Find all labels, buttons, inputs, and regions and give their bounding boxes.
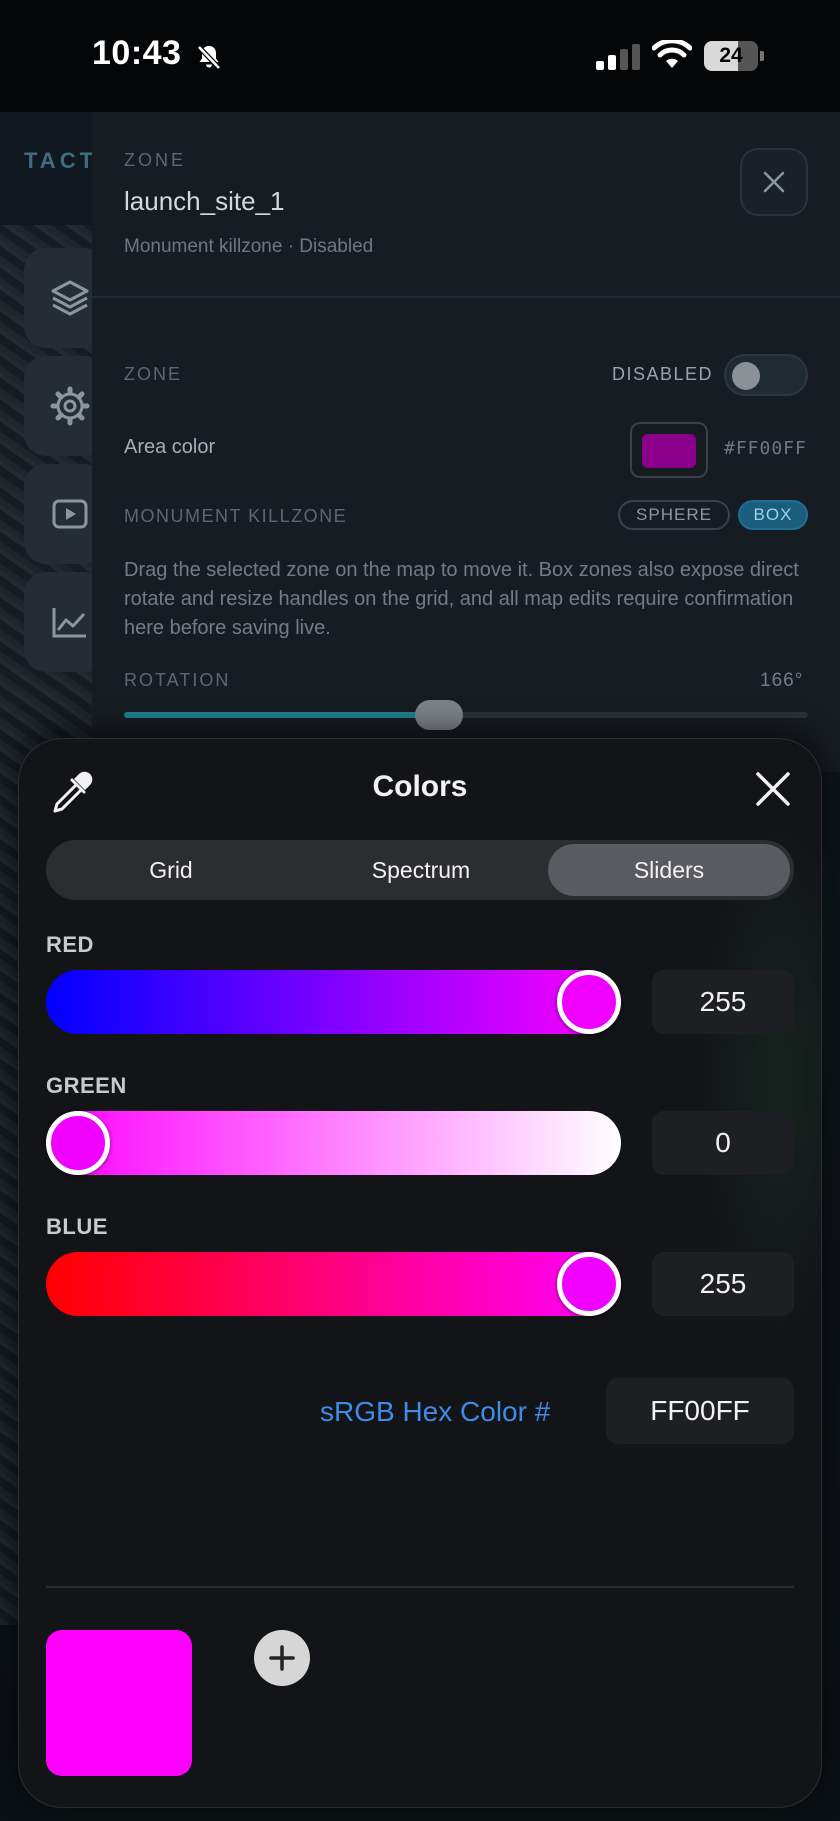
blue-slider-thumb[interactable]: [557, 1252, 621, 1316]
rotation-label: ROTATION: [124, 670, 231, 690]
picker-mode-segmented-control: Grid Spectrum Sliders: [46, 840, 794, 900]
area-color-label: Area color: [124, 436, 216, 458]
rotation-slider-track[interactable]: [124, 712, 808, 718]
bell-muted-icon: [197, 45, 221, 70]
area-color-hex: #FF00FF: [724, 438, 807, 459]
add-color-button[interactable]: [254, 1630, 310, 1686]
area-color-swatch[interactable]: [630, 422, 708, 478]
rotation-slider-fill: [124, 712, 440, 718]
chart-icon: [52, 608, 86, 638]
red-slider-track[interactable]: [46, 970, 621, 1034]
status-bar: 10:43 24: [0, 0, 840, 112]
red-label: RED: [46, 932, 94, 957]
green-slider-thumb[interactable]: [46, 1111, 110, 1175]
red-value-field[interactable]: 255: [652, 970, 794, 1034]
green-value-field[interactable]: 0: [652, 1111, 794, 1175]
zone-enabled-toggle[interactable]: [724, 354, 808, 396]
green-label: GREEN: [46, 1073, 127, 1098]
rotation-slider-thumb[interactable]: [415, 700, 464, 730]
rotation-value: 166°: [760, 670, 804, 691]
color-picker-title: Colors: [372, 770, 468, 803]
status-time: 10:43: [92, 34, 182, 72]
hex-color-label: sRGB Hex Color #: [320, 1396, 551, 1427]
blue-slider-track[interactable]: [46, 1252, 621, 1316]
zone-name: launch_site_1: [124, 186, 285, 216]
toggle-state-label: DISABLED: [612, 364, 714, 384]
zone-section-label: ZONE: [124, 364, 183, 384]
blue-label: BLUE: [46, 1214, 108, 1239]
shape-sphere-button[interactable]: SPHERE: [618, 500, 730, 530]
hex-color-field[interactable]: FF00FF: [606, 1378, 794, 1444]
layers-icon: [51, 280, 89, 316]
monument-killzone-label: MONUMENT KILLZONE: [124, 506, 348, 526]
zone-description: Drag the selected zone on the map to mov…: [124, 559, 799, 639]
tab-grid[interactable]: Grid: [46, 840, 296, 900]
cellular-signal-icon: [596, 44, 640, 70]
close-icon[interactable]: [752, 768, 794, 810]
plus-icon: [269, 1645, 295, 1671]
tab-sliders[interactable]: Sliders: [548, 844, 790, 896]
shape-box-button[interactable]: BOX: [738, 500, 808, 530]
green-slider-track[interactable]: [46, 1111, 621, 1175]
battery-indicator: 24: [704, 41, 764, 71]
app-brand: TACT: [24, 148, 98, 173]
sheet-divider: [46, 1586, 794, 1588]
red-slider-thumb[interactable]: [557, 970, 621, 1034]
current-color-swatch[interactable]: [46, 1630, 192, 1776]
blue-value-field[interactable]: 255: [652, 1252, 794, 1316]
wifi-icon: [652, 40, 692, 68]
zone-close-button[interactable]: [740, 148, 808, 216]
zone-kicker: ZONE: [124, 150, 187, 170]
close-icon: [763, 171, 785, 193]
zone-subtitle: Monument killzone · Disabled: [124, 236, 374, 257]
tab-spectrum[interactable]: Spectrum: [296, 840, 546, 900]
battery-level: 24: [719, 44, 743, 67]
play-icon: [52, 499, 88, 529]
zone-divider: [92, 296, 840, 298]
gear-icon: [50, 386, 90, 426]
